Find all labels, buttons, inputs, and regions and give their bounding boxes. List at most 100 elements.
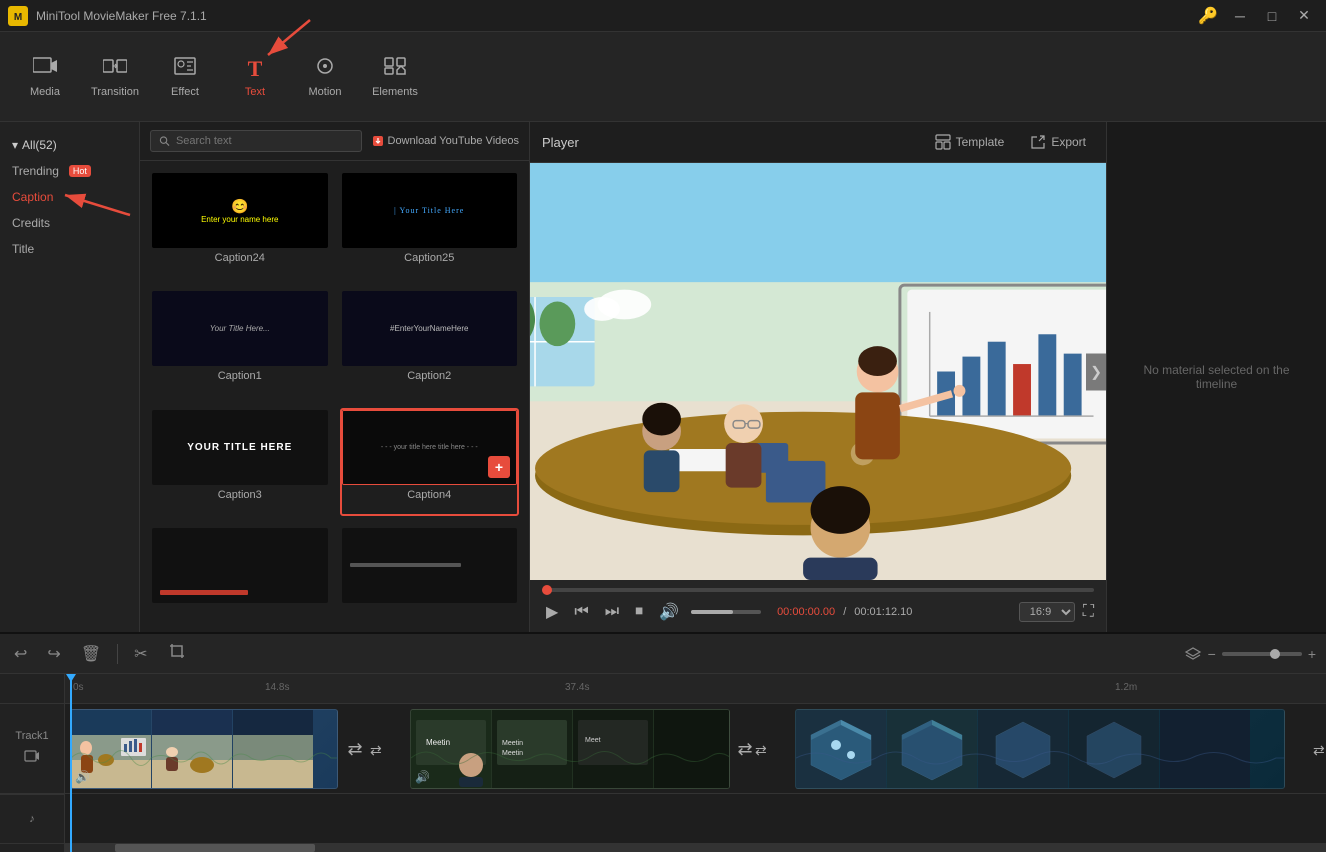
redo-button[interactable]: ↪ xyxy=(43,640,64,668)
export-label: Export xyxy=(1051,135,1086,149)
toolbar: Media Transition Effect T Text Motion El… xyxy=(0,32,1326,122)
clip-3[interactable]: 🔊 xyxy=(795,709,1285,789)
clip-1[interactable]: 🔊 xyxy=(70,709,338,789)
video-track-icon xyxy=(24,748,40,767)
caption3-thumb: YOUR TITLE HERE xyxy=(152,410,328,485)
timeline-scrollbar-thumb xyxy=(115,844,315,852)
caption24-label: Caption24 xyxy=(152,248,328,268)
grid-item-caption5a[interactable] xyxy=(150,526,330,622)
crop-icon xyxy=(168,642,186,660)
sidebar-item-trending[interactable]: Trending Hot xyxy=(0,158,139,184)
toolbar-motion[interactable]: Motion xyxy=(290,42,360,112)
panel-expand-button[interactable]: ❯ xyxy=(1086,353,1106,390)
grid-item-caption1[interactable]: Your Title Here... Caption1 xyxy=(150,289,330,397)
tracks-container: 🔊 ⇄ xyxy=(65,704,1326,844)
clip-2[interactable]: Meetin Meetin Meetin xyxy=(410,709,730,789)
right-section: Player Template Export xyxy=(530,122,1326,632)
transition2-icon: ⇄ xyxy=(737,739,752,760)
caption5b-thumb xyxy=(342,528,518,603)
template-button[interactable]: Template xyxy=(927,130,1013,154)
caption4-text: - - - your title here title here - - - xyxy=(381,444,478,451)
track1-label-text: Track1 xyxy=(15,730,48,742)
caption5a-thumb xyxy=(152,528,328,603)
aspect-ratio-select[interactable]: 16:9 9:16 4:3 1:1 xyxy=(1019,602,1075,622)
clip2-waveform xyxy=(411,738,729,778)
time-total: 00:01:12.10 xyxy=(854,606,912,618)
caption2-label: Caption2 xyxy=(342,366,518,386)
main-area: ▾ All(52) Trending Hot Caption Credits T… xyxy=(0,122,1326,632)
clip3-swap-icon: ⇄ xyxy=(1313,742,1325,759)
search-input[interactable] xyxy=(176,135,353,147)
volume-button[interactable]: 🔊 xyxy=(655,600,683,624)
grid-item-caption4[interactable]: - - - your title here title here - - - +… xyxy=(340,408,520,516)
play-button[interactable]: ▶ xyxy=(542,600,562,624)
add-caption4-button[interactable]: + xyxy=(488,456,510,478)
zoom-in-icon[interactable]: + xyxy=(1308,646,1316,662)
ruler-mark-37s: 37.4s xyxy=(565,682,589,693)
grid-item-caption5b[interactable] xyxy=(340,526,520,622)
caption5a-bar xyxy=(160,590,248,595)
export-button[interactable]: Export xyxy=(1022,130,1094,154)
undo-button[interactable]: ↩ xyxy=(10,640,31,668)
grid-item-caption2[interactable]: #EnterYourNameHere Caption2 xyxy=(340,289,520,397)
header-buttons: Template Export xyxy=(927,130,1094,154)
sidebar-item-credits[interactable]: Credits xyxy=(0,210,139,236)
maximize-button[interactable]: □ xyxy=(1258,2,1286,30)
caption3-text: YOUR TITLE HERE xyxy=(187,442,292,453)
next-frame-button[interactable]: ⏭ xyxy=(601,601,623,623)
zoom-out-icon[interactable]: − xyxy=(1208,646,1216,662)
toolbar-elements[interactable]: Elements xyxy=(360,42,430,112)
timeline-scrollbar[interactable] xyxy=(65,844,1326,852)
window-controls: 🔑 ─ □ ✕ xyxy=(1194,2,1318,30)
progress-bar[interactable] xyxy=(542,588,1094,592)
fullscreen-button[interactable]: ⛶ xyxy=(1083,603,1094,621)
timeline-toolbar: ↩ ↪ 🗑 ✂ − + xyxy=(0,634,1326,674)
caption24-emoji: 😊 xyxy=(231,198,248,215)
minimize-button[interactable]: ─ xyxy=(1226,2,1254,30)
ruler-spacer xyxy=(0,674,64,704)
svg-text:M: M xyxy=(14,12,22,23)
player-title: Player xyxy=(542,135,579,150)
key-icon-btn[interactable]: 🔑 xyxy=(1194,2,1222,30)
ruler-mark-0s: 0s xyxy=(73,682,84,693)
sidebar-all-header[interactable]: ▾ All(52) xyxy=(0,132,139,158)
zoom-slider[interactable] xyxy=(1222,652,1302,656)
search-input-wrap[interactable] xyxy=(150,130,362,152)
prev-frame-button[interactable]: ⏮ xyxy=(570,601,592,623)
toolbar-media-label: Media xyxy=(30,86,60,98)
crop-button[interactable] xyxy=(164,638,190,669)
caption4-label: Caption4 xyxy=(342,485,518,505)
export-icon xyxy=(1030,134,1046,150)
titlebar: M MiniTool MovieMaker Free 7.1.1 🔑 ─ □ ✕ xyxy=(0,0,1326,32)
toolbar-effect[interactable]: Effect xyxy=(150,42,220,112)
caption25-text: | Your Title Here xyxy=(394,206,464,215)
toolbar-transition[interactable]: Transition xyxy=(80,42,150,112)
grid-item-caption24[interactable]: 😊 Enter your name here Caption24 xyxy=(150,171,330,279)
stop-button[interactable]: ⏹ xyxy=(631,601,647,623)
controls-row: ▶ ⏮ ⏭ ⏹ 🔊 00:00:00.00 / 00:01:12.10 16:9… xyxy=(542,600,1094,624)
layers-icon xyxy=(1184,643,1202,664)
template-label: Template xyxy=(956,135,1005,149)
close-button[interactable]: ✕ xyxy=(1290,2,1318,30)
sidebar-trending-label: Trending xyxy=(12,164,59,178)
timeline-tracks[interactable]: 0s 14.8s 37.4s 1.2m xyxy=(65,674,1326,852)
caption5b-label xyxy=(342,603,518,611)
grid-item-caption3[interactable]: YOUR TITLE HERE Caption3 xyxy=(150,408,330,516)
delete-button[interactable]: 🗑 xyxy=(77,640,105,668)
toolbar-media[interactable]: Media xyxy=(10,42,80,112)
toolbar-text-label: Text xyxy=(245,86,265,98)
search-bar: Download YouTube Videos xyxy=(140,122,529,161)
toolbar-effect-label: Effect xyxy=(171,86,199,98)
caption1-label: Caption1 xyxy=(152,366,328,386)
sidebar-item-caption[interactable]: Caption xyxy=(0,184,139,210)
volume-slider[interactable] xyxy=(691,610,761,614)
playhead xyxy=(70,674,72,852)
toolbar-elements-label: Elements xyxy=(372,86,418,98)
sidebar-credits-label: Credits xyxy=(12,216,50,230)
sidebar-item-title[interactable]: Title xyxy=(0,236,139,262)
download-youtube-btn[interactable]: Download YouTube Videos xyxy=(372,135,520,147)
cut-button[interactable]: ✂ xyxy=(130,640,151,668)
toolbar-text[interactable]: T Text xyxy=(220,42,290,112)
hot-badge: Hot xyxy=(69,165,91,177)
grid-item-caption25[interactable]: | Your Title Here Caption25 xyxy=(340,171,520,279)
